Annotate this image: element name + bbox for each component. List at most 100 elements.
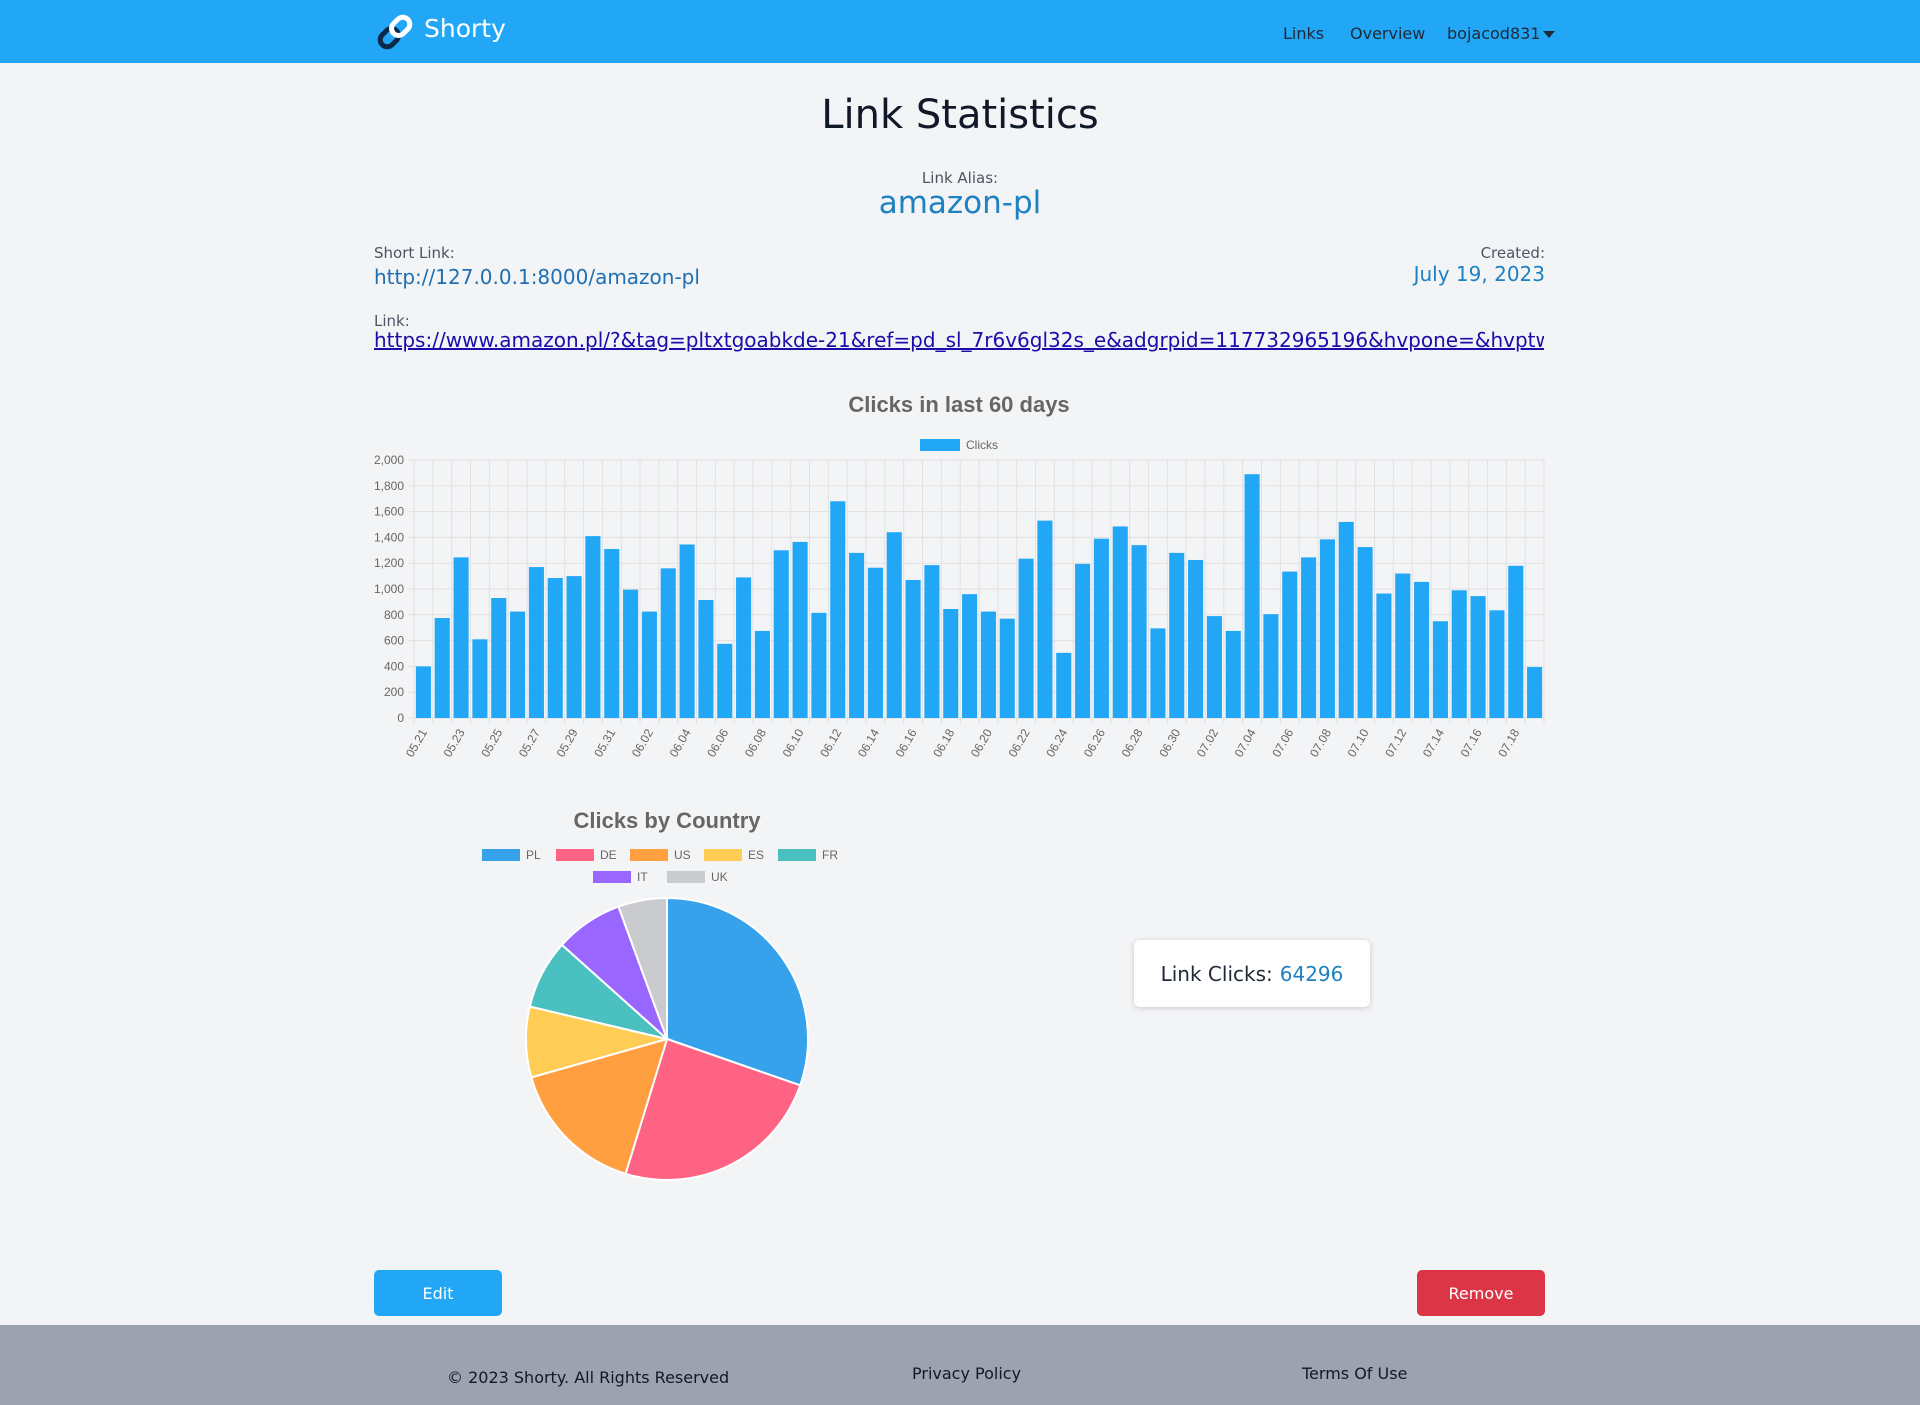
bar-06.29[interactable] <box>1150 628 1166 718</box>
bar-07.03[interactable] <box>1225 630 1241 718</box>
bar-06.02[interactable] <box>641 611 657 718</box>
legend-swatch-clicks[interactable] <box>920 439 960 451</box>
nav-overview[interactable]: Overview <box>1350 24 1425 43</box>
x-tick-label: 05.27 <box>516 726 543 759</box>
bar-05.25[interactable] <box>491 598 507 718</box>
bar-06.09[interactable] <box>773 550 789 718</box>
bar-06.24[interactable] <box>1056 652 1072 718</box>
bar-05.31[interactable] <box>604 549 620 718</box>
bar-06.07[interactable] <box>736 577 752 718</box>
short-link-label: Short Link: <box>374 244 455 262</box>
bar-06.05[interactable] <box>698 599 714 718</box>
bar-05.30[interactable] <box>585 536 601 718</box>
bar-05.23[interactable] <box>453 557 469 718</box>
bar-06.30[interactable] <box>1169 552 1185 718</box>
user-menu-label: bojacod831 <box>1447 24 1541 43</box>
bar-06.27[interactable] <box>1112 526 1128 718</box>
bar-05.29[interactable] <box>566 576 582 718</box>
bar-06.12[interactable] <box>830 501 846 718</box>
bar-06.21[interactable] <box>999 618 1015 718</box>
legend-swatch-uk[interactable] <box>667 871 705 883</box>
y-tick-label: 1,400 <box>374 530 404 544</box>
bar-06.06[interactable] <box>717 643 733 718</box>
bar-07.16[interactable] <box>1470 596 1486 718</box>
bar-06.28[interactable] <box>1131 545 1147 718</box>
bar-07.02[interactable] <box>1206 616 1222 718</box>
destination-link[interactable]: https://www.amazon.pl/?&tag=pltxtgoabkde… <box>374 328 1544 352</box>
short-link[interactable]: http://127.0.0.1:8000/amazon-pl <box>374 265 700 289</box>
bar-07.06[interactable] <box>1282 571 1298 718</box>
bar-07.17[interactable] <box>1489 610 1505 718</box>
bar-07.09[interactable] <box>1338 521 1354 718</box>
legend-swatch-fr[interactable] <box>778 849 816 861</box>
bar-06.11[interactable] <box>811 612 827 718</box>
bar-05.27[interactable] <box>528 567 544 718</box>
edit-button[interactable]: Edit <box>374 1270 502 1316</box>
bar-06.26[interactable] <box>1093 538 1109 718</box>
bar-07.13[interactable] <box>1414 581 1430 718</box>
bar-05.28[interactable] <box>547 578 563 718</box>
x-tick-label: 05.23 <box>441 726 468 759</box>
y-tick-label: 1,200 <box>374 556 404 570</box>
bar-06.16[interactable] <box>905 579 921 718</box>
bar-06.03[interactable] <box>660 568 676 718</box>
bar-07.07[interactable] <box>1301 557 1317 718</box>
bar-07.12[interactable] <box>1395 573 1411 718</box>
bar-07.05[interactable] <box>1263 614 1279 718</box>
legend-swatch-pl[interactable] <box>482 849 520 861</box>
x-tick-label: 07.16 <box>1458 726 1485 759</box>
bar-06.17[interactable] <box>924 565 940 718</box>
bar-05.24[interactable] <box>472 639 488 718</box>
bar-07.11[interactable] <box>1376 593 1392 718</box>
bar-07.14[interactable] <box>1432 621 1448 718</box>
bar-06.19[interactable] <box>962 594 978 718</box>
bar-06.08[interactable] <box>754 630 770 718</box>
x-tick-label: 06.18 <box>930 726 957 759</box>
x-tick-label: 06.26 <box>1081 726 1108 759</box>
bar-07.10[interactable] <box>1357 547 1373 718</box>
bar-06.01[interactable] <box>623 589 639 718</box>
bar-06.13[interactable] <box>849 552 865 718</box>
bar-07.19[interactable] <box>1527 667 1543 718</box>
nav-links[interactable]: Links <box>1283 24 1324 43</box>
bar-06.18[interactable] <box>943 608 959 718</box>
y-tick-label: 1,000 <box>374 582 404 596</box>
bar-06.15[interactable] <box>886 532 902 718</box>
bar-06.22[interactable] <box>1018 558 1034 718</box>
remove-button[interactable]: Remove <box>1417 1270 1545 1316</box>
x-tick-label: 07.08 <box>1307 726 1334 759</box>
x-tick-label: 06.02 <box>629 726 656 759</box>
legend-swatch-us[interactable] <box>630 849 668 861</box>
privacy-policy-link[interactable]: Privacy Policy <box>912 1364 1021 1383</box>
terms-of-use-link[interactable]: Terms Of Use <box>1302 1364 1407 1383</box>
bar-06.14[interactable] <box>867 567 883 718</box>
x-tick-label: 07.10 <box>1345 726 1372 759</box>
bar-06.23[interactable] <box>1037 520 1053 718</box>
bar-06.10[interactable] <box>792 541 808 718</box>
bar-05.21[interactable] <box>415 666 431 718</box>
legend-swatch-it[interactable] <box>593 871 631 883</box>
brand-link[interactable]: Shorty <box>374 12 506 52</box>
bar-07.08[interactable] <box>1319 539 1335 718</box>
bar-07.18[interactable] <box>1508 565 1524 718</box>
y-tick-label: 400 <box>384 659 404 673</box>
bar-07.04[interactable] <box>1244 474 1260 718</box>
footer: © 2023 Shorty. All Rights Reserved Priva… <box>0 1325 1920 1405</box>
created-label: Created: <box>1480 244 1545 262</box>
bar-05.26[interactable] <box>510 611 526 718</box>
x-tick-label: 06.30 <box>1156 726 1183 759</box>
x-tick-label: 05.25 <box>478 726 505 759</box>
bar-07.15[interactable] <box>1451 590 1467 718</box>
bar-06.04[interactable] <box>679 544 695 718</box>
y-tick-label: 1,600 <box>374 505 404 519</box>
legend-swatch-de[interactable] <box>556 849 594 861</box>
bar-06.25[interactable] <box>1075 563 1091 718</box>
legend-swatch-es[interactable] <box>704 849 742 861</box>
bar-06.20[interactable] <box>980 611 996 718</box>
x-tick-label: 05.21 <box>403 726 430 759</box>
bar-07.01[interactable] <box>1188 559 1204 718</box>
pie-chart-title: Clicks by Country <box>573 808 761 833</box>
legend-label-pl: PL <box>526 848 541 862</box>
bar-05.22[interactable] <box>434 618 450 718</box>
user-menu[interactable]: bojacod831 <box>1447 24 1556 43</box>
